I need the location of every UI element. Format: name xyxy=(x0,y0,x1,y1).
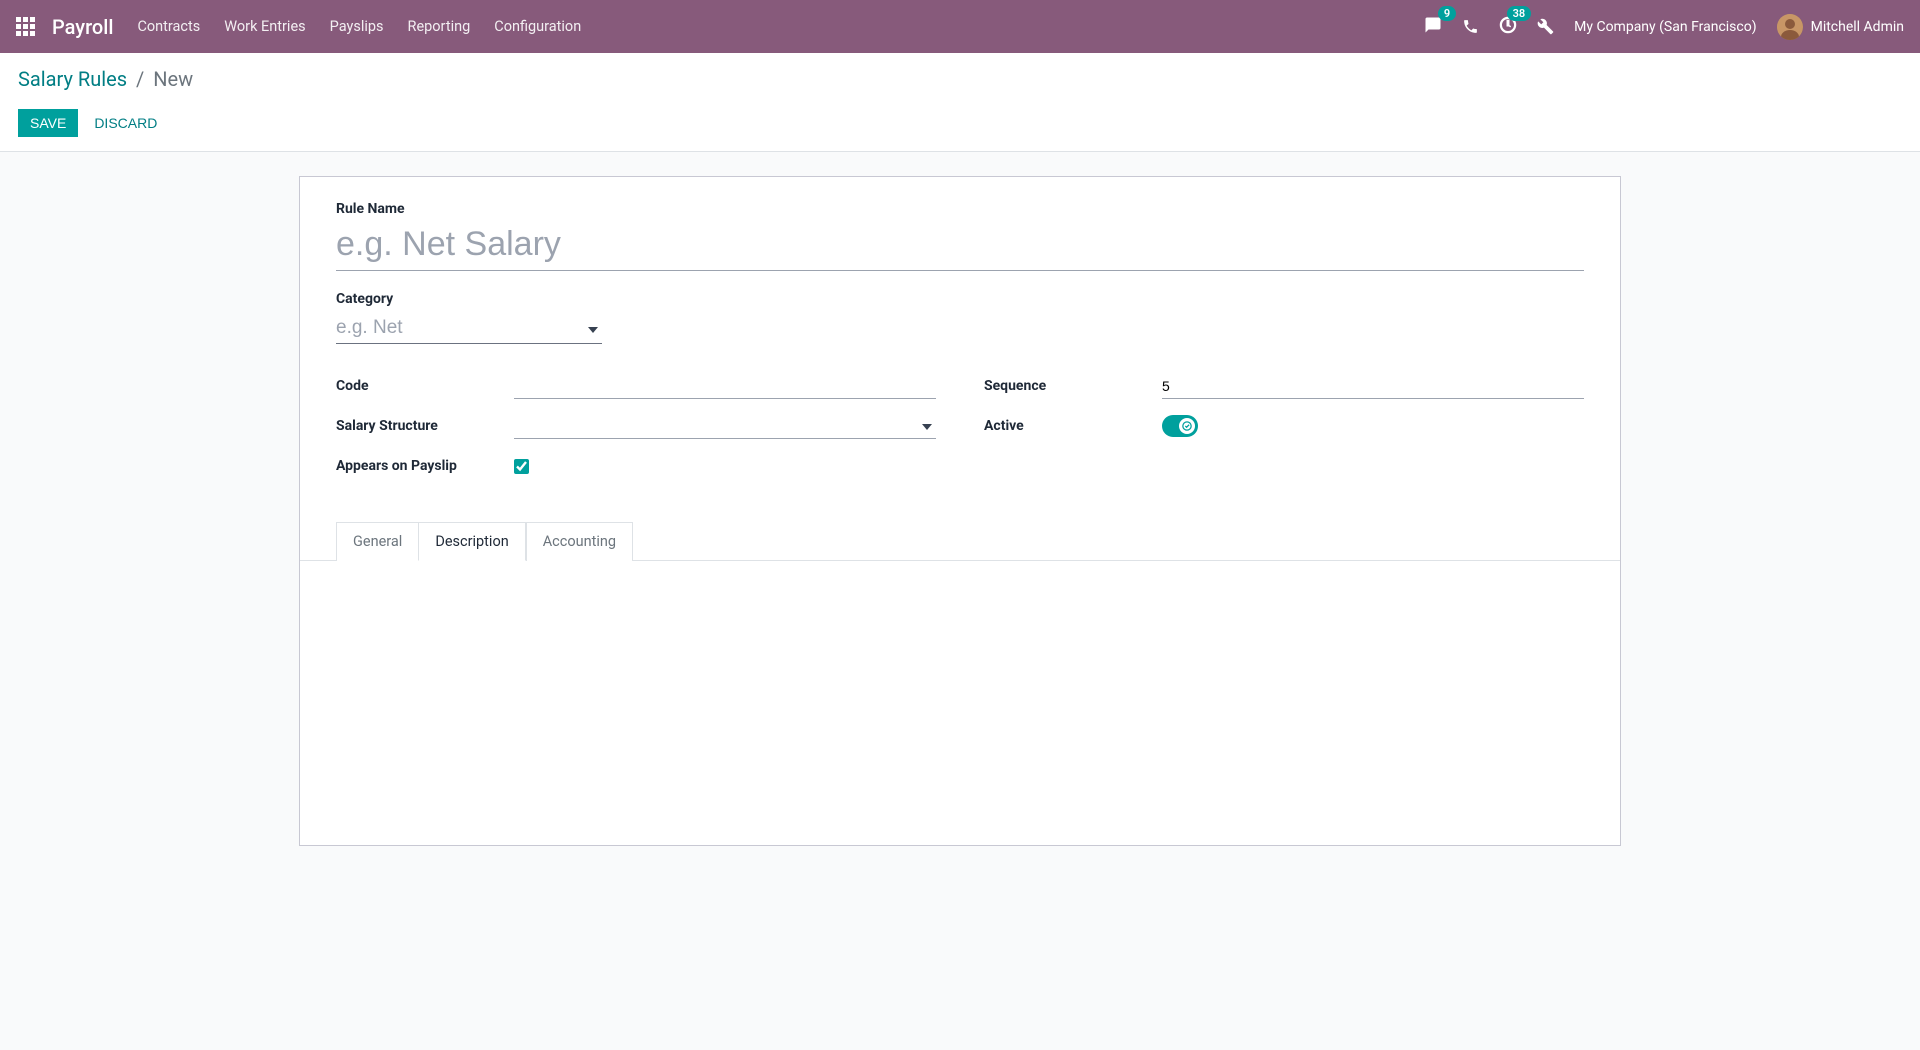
tab-general[interactable]: General xyxy=(336,522,418,561)
breadcrumb: Salary Rules / New xyxy=(18,67,1902,91)
breadcrumb-separator: / xyxy=(136,67,144,91)
activities-icon[interactable]: 38 xyxy=(1499,16,1517,38)
navbar-left: Payroll Contracts Work Entries Payslips … xyxy=(16,15,581,39)
salary-structure-row: Salary Structure xyxy=(336,412,936,440)
action-buttons: SAVE DISCARD xyxy=(18,109,1902,137)
company-selector[interactable]: My Company (San Francisco) xyxy=(1574,19,1756,35)
navbar: Payroll Contracts Work Entries Payslips … xyxy=(0,0,1920,53)
tabs: General Description Accounting xyxy=(300,522,1620,561)
debug-icon[interactable] xyxy=(1537,18,1554,35)
sequence-input[interactable] xyxy=(1162,374,1584,399)
user-name: Mitchell Admin xyxy=(1811,19,1904,35)
category-input[interactable] xyxy=(336,313,602,344)
sequence-row: Sequence xyxy=(984,372,1584,400)
right-column: Sequence Active xyxy=(984,372,1584,492)
nav-item-payslips[interactable]: Payslips xyxy=(330,18,384,35)
nav-item-configuration[interactable]: Configuration xyxy=(494,18,581,35)
user-menu[interactable]: Mitchell Admin xyxy=(1777,14,1904,40)
apps-icon[interactable] xyxy=(16,17,36,37)
tab-content xyxy=(336,561,1584,821)
salary-structure-input[interactable] xyxy=(514,414,936,439)
form-columns: Code Salary Structure Appears on Payslip xyxy=(336,372,1584,492)
code-label: Code xyxy=(336,378,514,394)
appears-on-payslip-label: Appears on Payslip xyxy=(336,458,514,474)
messages-icon[interactable]: 9 xyxy=(1424,16,1442,38)
content-area: Rule Name Category Code Salary Structure xyxy=(0,152,1920,846)
appears-on-payslip-checkbox[interactable] xyxy=(514,459,529,474)
activities-badge: 38 xyxy=(1507,6,1532,21)
tab-accounting[interactable]: Accounting xyxy=(526,522,633,561)
rule-name-input[interactable] xyxy=(336,223,1584,271)
rule-name-label: Rule Name xyxy=(336,201,1584,217)
rule-name-group: Rule Name xyxy=(336,201,1584,271)
form-sheet: Rule Name Category Code Salary Structure xyxy=(299,176,1621,846)
code-row: Code xyxy=(336,372,936,400)
active-label: Active xyxy=(984,418,1162,434)
discard-button[interactable]: DISCARD xyxy=(82,109,169,137)
phone-icon[interactable] xyxy=(1462,18,1479,35)
sequence-label: Sequence xyxy=(984,378,1162,394)
code-input[interactable] xyxy=(514,374,936,399)
nav-item-work-entries[interactable]: Work Entries xyxy=(224,18,305,35)
active-toggle[interactable] xyxy=(1162,415,1198,437)
nav-menu: Contracts Work Entries Payslips Reportin… xyxy=(137,18,581,35)
messages-badge: 9 xyxy=(1438,6,1456,21)
avatar xyxy=(1777,14,1803,40)
nav-item-reporting[interactable]: Reporting xyxy=(408,18,471,35)
toggle-knob xyxy=(1179,418,1195,434)
salary-structure-label: Salary Structure xyxy=(336,418,514,434)
tab-description[interactable]: Description xyxy=(418,522,525,561)
control-panel: Salary Rules / New SAVE DISCARD xyxy=(0,53,1920,152)
appears-on-payslip-row: Appears on Payslip xyxy=(336,452,936,480)
category-group: Category xyxy=(336,291,1584,344)
active-row: Active xyxy=(984,412,1584,440)
app-brand[interactable]: Payroll xyxy=(52,15,113,39)
breadcrumb-current: New xyxy=(153,67,193,91)
nav-item-contracts[interactable]: Contracts xyxy=(137,18,200,35)
navbar-right: 9 38 My Company (San Francisco) Mitchell… xyxy=(1424,14,1904,40)
left-column: Code Salary Structure Appears on Payslip xyxy=(336,372,936,492)
category-label: Category xyxy=(336,291,1584,307)
breadcrumb-parent[interactable]: Salary Rules xyxy=(18,67,127,91)
save-button[interactable]: SAVE xyxy=(18,109,78,137)
